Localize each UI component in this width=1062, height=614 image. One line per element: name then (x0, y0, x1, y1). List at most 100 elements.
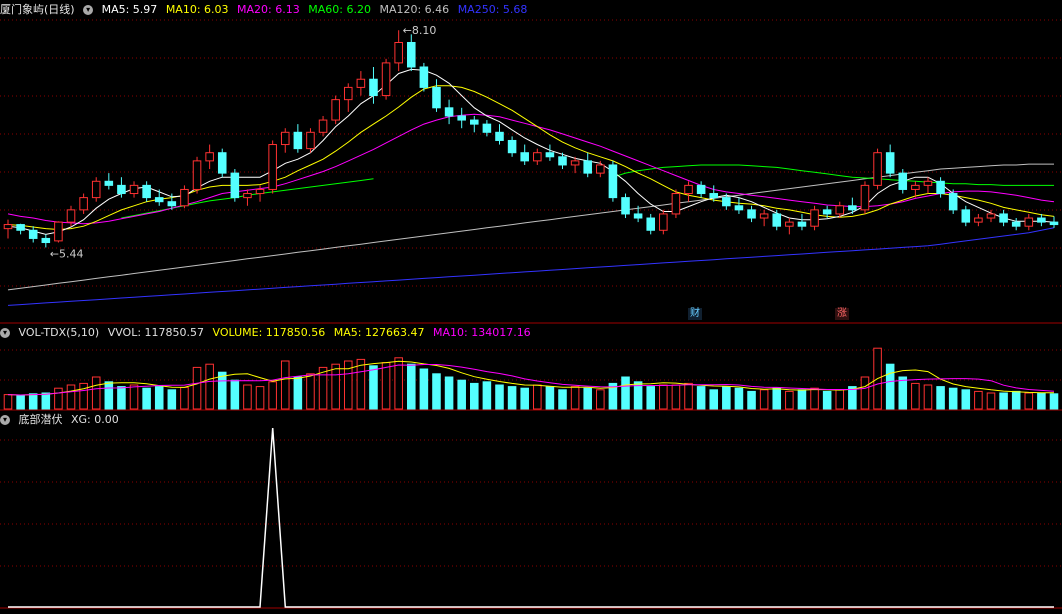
chevron-down-icon[interactable]: ▾ (0, 328, 10, 338)
candle-body (1049, 221, 1059, 226)
volume-bar (507, 386, 517, 410)
xg-signal-path (8, 427, 1054, 608)
volume-bar (470, 382, 479, 410)
volume-bar (1037, 392, 1046, 410)
candle-body (318, 119, 328, 133)
candle-body (154, 197, 164, 203)
candle-body (671, 193, 681, 215)
candle-body (961, 209, 971, 223)
ma20-line (7, 113, 1055, 225)
volume-panel-header: ▾ VOL-TDX(5,10) VVOL: 117850.57 VOLUME: … (0, 325, 536, 341)
ma60-value: MA60: 6.20 (308, 3, 371, 16)
finance-event-tag[interactable]: 财 (688, 308, 702, 320)
volume-bar (28, 393, 38, 410)
volume-bar (898, 376, 908, 410)
ma10-value: MA10: 6.03 (165, 3, 229, 16)
volume-bar (1011, 390, 1021, 410)
volume-bar (54, 387, 63, 410)
volume-bar (659, 384, 668, 410)
vvol-value: VVOL: 117850.57 (107, 326, 205, 339)
candle-body (28, 229, 38, 239)
candle-body (520, 152, 529, 162)
candle-body (696, 184, 706, 195)
volume-bar (230, 379, 240, 410)
volume-bar (79, 382, 88, 410)
volume-bar (16, 394, 25, 410)
volume-bar (684, 382, 693, 410)
high-price-label: ←8.10 (403, 24, 437, 37)
volume-bar (797, 389, 807, 410)
candle-body (117, 184, 126, 195)
ma250-value: MA250: 5.68 (457, 3, 528, 16)
candle-body (91, 180, 101, 199)
volume-bar (482, 381, 492, 410)
candle-body (381, 62, 391, 97)
candle-body (419, 66, 429, 88)
chevron-down-icon[interactable]: ▾ (0, 415, 10, 425)
volume-bar (709, 389, 719, 410)
volume-bar (66, 384, 76, 410)
volume-bar (747, 390, 756, 410)
moving-average-lines (7, 68, 1055, 306)
volume-bar (986, 392, 996, 410)
chevron-down-icon[interactable]: ▾ (83, 5, 94, 15)
candle-body (709, 193, 719, 199)
volume-bar (306, 373, 315, 410)
candle-body (167, 201, 177, 207)
candle-body (999, 213, 1008, 223)
volume-bar (129, 384, 139, 410)
volume-bar (558, 389, 567, 410)
volume-bar (621, 376, 630, 410)
candle-body (16, 224, 25, 231)
candle-body (570, 160, 580, 166)
candle-body (54, 221, 63, 242)
volume-bar (835, 389, 845, 410)
price-panel-header: 厦门象屿(日线) ▾ MA5: 5.97 MA10: 6.03 MA20: 6.… (0, 2, 532, 18)
candle-body (810, 209, 819, 227)
volume-bar (318, 366, 328, 410)
low-price-label: ←5.44 (50, 247, 84, 260)
volume-bar (457, 379, 466, 410)
volume-bar (974, 390, 983, 410)
candle-body (331, 99, 340, 121)
volume-bar (444, 376, 454, 410)
candle-body (230, 172, 240, 199)
candle-body (457, 115, 466, 121)
xg-value: XG: 0.00 (71, 413, 119, 426)
stock-chart[interactable]: ←8.10 ←5.44 (0, 0, 1062, 614)
candle-body (596, 164, 605, 174)
volume-bar (3, 394, 13, 410)
candle-body (911, 184, 920, 190)
volume-bar (570, 386, 580, 410)
volume-bar (759, 389, 769, 410)
volume-bar (1049, 393, 1059, 410)
candle-body (104, 180, 114, 186)
candle-body (41, 237, 51, 244)
candle-body (394, 41, 403, 64)
candle-body (734, 205, 744, 211)
candle-body (822, 209, 832, 215)
volume-bar (860, 376, 870, 410)
ma250-line (7, 227, 1055, 306)
volume-bar (596, 389, 605, 410)
candle-body (558, 156, 567, 166)
candle-body (885, 152, 895, 174)
volume-bar (785, 390, 794, 410)
candle-body (217, 152, 227, 174)
volume-bar (243, 384, 252, 410)
volume-bar (911, 382, 920, 410)
limit-up-event-tag[interactable]: 涨 (835, 308, 849, 320)
volume-bar (961, 389, 971, 410)
candle-body (684, 184, 693, 195)
candle-body (646, 217, 656, 231)
volume-bar (696, 386, 706, 410)
volume-bar (734, 387, 744, 410)
volume-bar (432, 373, 441, 410)
candle-body (835, 205, 845, 215)
candle-body (142, 184, 151, 199)
volume-ma5-line (7, 360, 1055, 396)
volume-bar (533, 384, 542, 410)
volume-bar (369, 365, 378, 410)
candle-body (243, 193, 252, 199)
candle-body (255, 188, 265, 195)
